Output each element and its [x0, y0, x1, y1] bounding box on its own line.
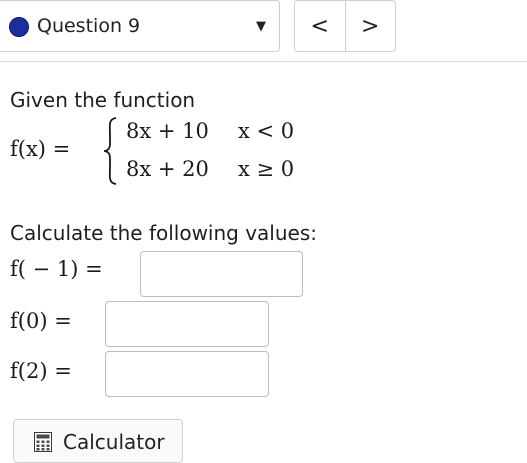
case-2-expression: 8x + 20 [126, 157, 209, 181]
chevron-right-icon: > [361, 13, 380, 39]
question-status-dot [9, 17, 29, 37]
calculator-label: Calculator [63, 430, 165, 454]
problem-intro: Given the function [10, 88, 196, 112]
answer-input-f-2[interactable] [105, 351, 269, 397]
question-selector-label: Question 9 [37, 15, 141, 37]
function-lhs: f(x) = [10, 137, 71, 161]
case-2-condition: x ≥ 0 [238, 157, 295, 181]
answer-input-f-0[interactable] [105, 301, 269, 347]
answer-label-f-neg1: f( − 1) = [10, 257, 103, 281]
case-1-condition: x < 0 [238, 119, 295, 143]
answer-label-f-0: f(0) = [10, 309, 72, 333]
chevron-left-icon: < [310, 13, 329, 39]
calculate-prompt: Calculate the following values: [10, 221, 318, 245]
previous-question-button[interactable]: < [295, 1, 345, 51]
header-divider [0, 61, 527, 62]
question-navigation: < > [294, 0, 396, 52]
next-question-button[interactable]: > [344, 1, 396, 51]
answer-label-f-2: f(2) = [10, 359, 72, 383]
curly-brace-icon [103, 117, 117, 185]
question-selector[interactable]: Question 9 ▼ [0, 0, 280, 52]
answer-input-f-neg1[interactable] [140, 251, 303, 297]
calculator-button[interactable]: Calculator [13, 419, 183, 463]
case-1-expression: 8x + 10 [126, 119, 209, 143]
chevron-down-icon: ▼ [256, 19, 266, 34]
calculator-icon [34, 432, 52, 452]
